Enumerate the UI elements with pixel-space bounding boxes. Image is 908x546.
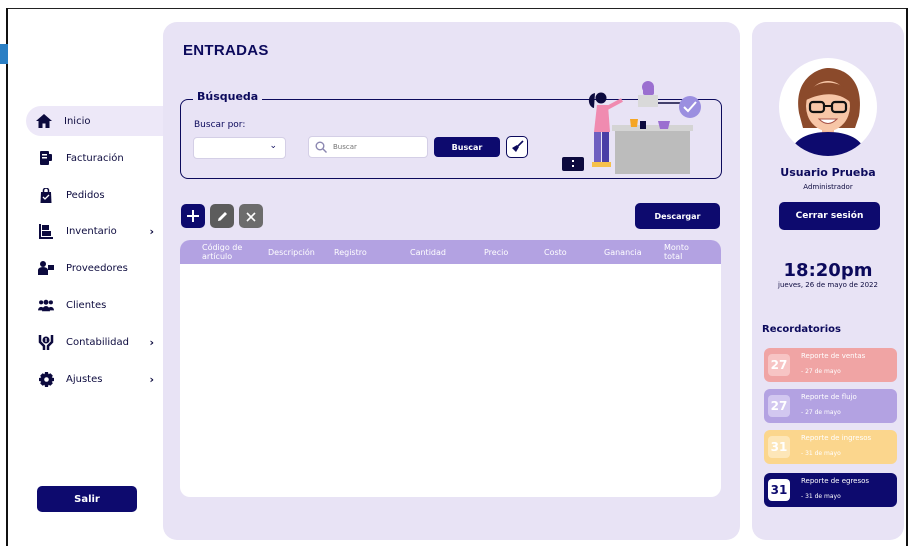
sidebar-item-label: Facturación <box>66 152 124 164</box>
reminder-day: 31 <box>768 436 790 458</box>
column-header-price[interactable]: Precio <box>484 240 508 264</box>
user-role: Administrador <box>803 183 853 191</box>
sidebar-item-inicio[interactable]: Inicio <box>26 106 172 136</box>
window-accent <box>0 44 8 64</box>
sidebar-item-label: Contabilidad <box>66 336 129 348</box>
user-name: Usuario Prueba <box>780 166 876 179</box>
logout-button[interactable]: Cerrar sesión <box>779 202 880 230</box>
chevron-down-icon: ⌄ <box>269 141 277 151</box>
reminder-title: Reporte de egresos <box>801 477 870 485</box>
column-header-description[interactable]: Descripción <box>268 240 315 264</box>
entries-table: Código de artículo Descripción Registro … <box>180 240 721 497</box>
close-icon <box>246 207 256 226</box>
table-header: Código de artículo Descripción Registro … <box>180 240 721 264</box>
chevron-right-icon: › <box>149 335 154 349</box>
reminder-day: 27 <box>768 354 790 376</box>
chevron-right-icon: › <box>149 372 154 386</box>
sidebar-item-label: Clientes <box>66 299 107 311</box>
reminder-date: - 27 de mayo <box>801 409 841 416</box>
reminders-title: Recordatorios <box>762 324 841 335</box>
chevron-right-icon: › <box>149 224 154 238</box>
inventory-icon <box>38 223 54 239</box>
clock-time: 18:20pm <box>783 260 873 281</box>
add-button[interactable] <box>181 204 205 228</box>
sidebar-item-pedidos[interactable]: Pedidos <box>28 180 168 210</box>
reminder-title: Reporte de ingresos <box>801 434 872 442</box>
column-header-profit[interactable]: Ganancia <box>604 240 642 264</box>
sidebar-item-clientes[interactable]: Clientes <box>28 290 168 320</box>
search-legend: Búsqueda <box>193 90 263 103</box>
sidebar-item-label: Proveedores <box>66 262 128 274</box>
clock-date: jueves, 26 de mayo de 2022 <box>778 281 878 289</box>
sidebar-item-inventario[interactable]: Inventario › <box>28 216 168 246</box>
broom-icon <box>511 138 524 157</box>
delete-button[interactable] <box>239 204 263 228</box>
home-icon <box>36 113 52 129</box>
column-header-cost[interactable]: Costo <box>544 240 567 264</box>
reminder-item[interactable]: 27 Reporte de flujo - 27 de mayo <box>764 389 897 423</box>
supplier-icon <box>38 260 54 276</box>
page-title: ENTRADAS <box>183 42 269 59</box>
reminder-title: Reporte de ventas <box>801 352 866 360</box>
main-panel: ENTRADAS Búsqueda Buscar por: ⌄ Buscar B… <box>163 22 740 540</box>
reminder-title: Reporte de flujo <box>801 393 857 401</box>
clear-filter-button[interactable] <box>506 136 528 158</box>
reminder-date: - 27 de mayo <box>801 368 841 375</box>
clients-icon <box>38 297 54 313</box>
reminder-date: - 31 de mayo <box>801 450 841 457</box>
sidebar: Inicio Facturación Pedidos Inventario › … <box>8 9 172 546</box>
reminder-item[interactable]: 27 Reporte de ventas - 27 de mayo <box>764 348 897 382</box>
search-input-wrapper <box>308 136 428 158</box>
column-header-total[interactable]: Monto total <box>664 240 698 264</box>
shopping-illustration <box>562 81 701 174</box>
download-button[interactable]: Descargar <box>635 203 720 229</box>
search-by-select[interactable]: ⌄ <box>193 137 286 159</box>
gear-icon <box>38 371 54 387</box>
sidebar-item-contabilidad[interactable]: Contabilidad › <box>28 327 168 357</box>
search-input[interactable] <box>333 143 418 151</box>
sidebar-item-label: Inicio <box>64 115 91 127</box>
edit-button[interactable] <box>210 204 234 228</box>
reminder-item[interactable]: 31 Reporte de egresos - 31 de mayo <box>764 473 897 507</box>
avatar <box>779 58 877 156</box>
accounting-icon <box>38 334 54 350</box>
search-button[interactable]: Buscar <box>434 137 500 157</box>
search-icon <box>315 141 327 153</box>
plus-icon <box>187 207 199 226</box>
column-header-register[interactable]: Registro <box>334 240 367 264</box>
sidebar-item-label: Inventario <box>66 225 117 237</box>
column-header-quantity[interactable]: Cantidad <box>410 240 446 264</box>
reminder-date: - 31 de mayo <box>801 493 841 500</box>
invoice-icon <box>38 150 54 166</box>
sidebar-item-facturacion[interactable]: Facturación <box>28 143 168 173</box>
shopping-bag-icon <box>38 187 54 203</box>
reminder-day: 31 <box>768 479 790 501</box>
reminder-day: 27 <box>768 395 790 417</box>
user-avatar-illustration <box>789 68 867 156</box>
user-panel: Usuario Prueba Administrador Cerrar sesi… <box>752 22 904 540</box>
search-by-label: Buscar por: <box>194 120 246 130</box>
pencil-icon <box>217 207 228 226</box>
sidebar-item-proveedores[interactable]: Proveedores <box>28 253 168 283</box>
sidebar-item-ajustes[interactable]: Ajustes › <box>28 364 168 394</box>
sidebar-item-label: Pedidos <box>66 189 105 201</box>
column-header-code[interactable]: Código de artículo <box>202 240 262 264</box>
sidebar-item-label: Ajustes <box>66 373 103 385</box>
reminder-item[interactable]: 31 Reporte de ingresos - 31 de mayo <box>764 430 897 464</box>
exit-button[interactable]: Salir <box>37 486 137 512</box>
